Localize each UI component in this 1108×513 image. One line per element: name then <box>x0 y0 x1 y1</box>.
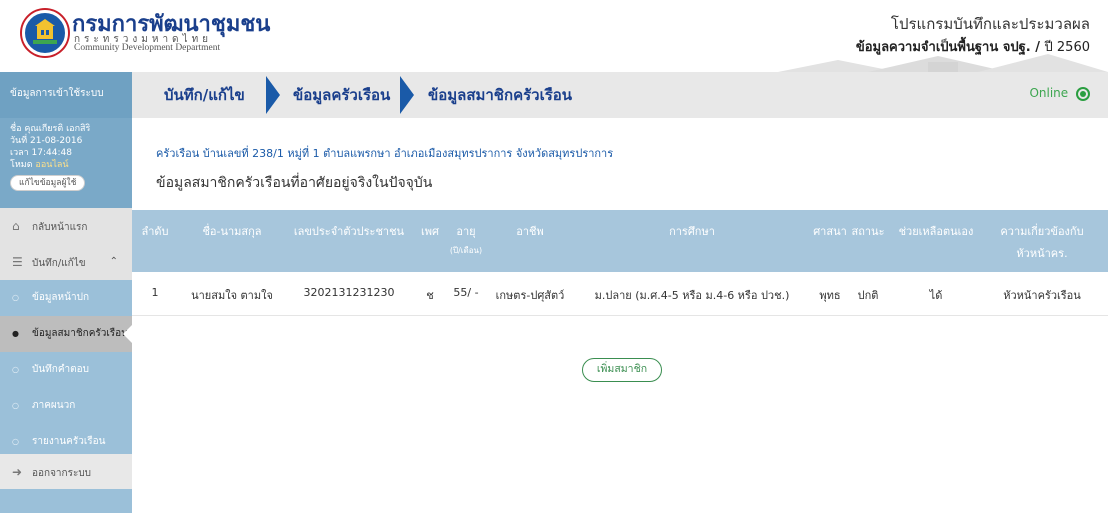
column-header-relation: ความเกี่ยวข้องกับ <box>1000 225 1084 238</box>
sidebar-item-home[interactable]: ⌂ กลับหน้าแรก <box>0 208 132 244</box>
logout-icon: ➜ <box>12 465 23 479</box>
program-title: โปรแกรมบันทึกและประมวลผล <box>890 15 1090 33</box>
column-header-education: การศึกษา <box>669 225 715 238</box>
column-header-sex: เพศ <box>421 225 439 238</box>
add-member-button[interactable]: เพิ่มสมาชิก <box>582 358 662 382</box>
cell-relation: หัวหน้าครัวเรือน <box>1003 289 1081 302</box>
mode-line: โหมด ออนไลน์ <box>10 159 122 171</box>
roof-decoration <box>778 54 1108 72</box>
cell-status: ปกติ <box>857 289 879 302</box>
breadcrumb-separator-icon <box>400 76 414 114</box>
department-logo <box>22 10 68 56</box>
sidebar-item-label: ข้อมูลสมาชิกครัวเรือน <box>32 328 129 339</box>
user-info-box: ชื่อ คุณเกียรติ เอกสิริ วันที่ 21-08-201… <box>0 118 132 208</box>
org-name-english: Community Development Department <box>74 43 221 53</box>
online-radio-icon <box>1076 86 1090 101</box>
sidebar-item-label: บันทึกคำตอบ <box>32 364 89 375</box>
cell-self-help: ได้ <box>929 289 943 302</box>
column-header-name: ชื่อ-นามสกุล <box>202 225 262 238</box>
circle-bullet-icon: ○ <box>12 401 19 410</box>
breadcrumb-household[interactable]: ข้อมูลครัวเรือน <box>293 72 390 118</box>
login-date: วันที่ 21-08-2016 <box>10 136 83 146</box>
household-address: ครัวเรือน บ้านเลขที่ 238/1 หมู่ที่ 1 ตำบ… <box>156 147 614 160</box>
chevron-up-icon: ⌃ <box>109 256 118 267</box>
sidebar-item-record-edit[interactable]: ☰ บันทึก/แก้ไข ⌃ <box>0 244 132 280</box>
cell-education: ม.ปลาย (ม.ศ.4-5 หรือ ม.4-6 หรือ ปวช.) <box>594 289 790 302</box>
sidebar-item-household-members[interactable]: ● ข้อมูลสมาชิกครัวเรือน <box>0 316 133 352</box>
table-row[interactable]: 1 นายสมใจ ตามใจ 3202131231230 ช 55/ - เก… <box>132 272 1108 316</box>
sidebar-item-record-answers[interactable]: ○ บันทึกคำตอบ <box>0 352 132 388</box>
column-header-age: อายุ <box>456 225 476 238</box>
filled-bullet-icon: ● <box>12 329 19 338</box>
sidebar: ชื่อ คุณเกียรติ เอกสิริ วันที่ 21-08-201… <box>0 118 133 513</box>
sidebar-item-label: ออกจากระบบ <box>32 468 92 479</box>
section-title: ข้อมูลสมาชิกครัวเรือนที่อาศัยอยู่จริงในป… <box>156 175 433 191</box>
user-login-label: ข้อมูลการเข้าใช้ระบบ <box>0 72 132 118</box>
edit-list-icon: ☰ <box>12 255 23 269</box>
cell-id: 3202131231230 <box>303 286 395 299</box>
column-header-age-unit: (ปี/เดือน) <box>449 246 483 255</box>
column-header-self-help: ช่วยเหลือตนเอง <box>898 225 974 238</box>
home-icon: ⌂ <box>12 219 20 233</box>
cell-religion: พุทธ <box>819 289 841 302</box>
column-header-relation-2: หัวหน้าคร. <box>1016 247 1068 260</box>
sidebar-item-cover-info[interactable]: ○ ข้อมูลหน้าปก <box>0 280 132 316</box>
column-header-occupation: อาชีพ <box>516 225 544 238</box>
breadcrumb-separator-icon <box>266 76 280 114</box>
top-bar: ข้อมูลการเข้าใช้ระบบ บันทึก/แก้ไข ข้อมูล… <box>0 72 1108 118</box>
login-time: เวลา 17:44:48 <box>10 148 72 158</box>
mode-value: ออนไลน์ <box>35 160 69 170</box>
user-name: ชื่อ คุณเกียรติ เอกสิริ <box>10 124 91 134</box>
app-header: กรมการพัฒนาชุมชน กระทรวงมหาดไทย Communit… <box>0 0 1108 72</box>
column-header-religion: ศาสนา <box>813 225 847 238</box>
cell-age: 55/ - <box>453 286 479 299</box>
main-content: ครัวเรือน บ้านเลขที่ 238/1 หมู่ที่ 1 ตำบ… <box>132 118 1108 513</box>
sidebar-item-label: ข้อมูลหน้าปก <box>32 292 90 303</box>
circle-bullet-icon: ○ <box>12 293 19 302</box>
sidebar-item-label: บันทึก/แก้ไข <box>32 258 86 269</box>
sidebar-item-label: ภาคผนวก <box>32 400 76 411</box>
edit-user-button[interactable]: แก้ไขข้อมูลผู้ใช้ <box>10 175 86 191</box>
table-header: ลำดับ ชื่อ-นามสกุล เลขประจำตัวประชาชน เพ… <box>132 210 1108 272</box>
column-header-id: เลขประจำตัวประชาชน <box>293 225 405 238</box>
mode-label: โหมด <box>10 160 33 170</box>
sidebar-item-logout[interactable]: ➜ ออกจากระบบ <box>0 454 132 490</box>
sidebar-item-appendix[interactable]: ○ ภาคผนวก <box>0 388 132 424</box>
online-status: Online <box>1029 86 1090 101</box>
circle-bullet-icon: ○ <box>12 365 19 374</box>
breadcrumb-record-edit[interactable]: บันทึก/แก้ไข <box>164 72 245 118</box>
cell-occupation: เกษตร-ปศุสัตว์ <box>495 289 565 302</box>
online-label: Online <box>1029 86 1069 100</box>
sidebar-item-label: กลับหน้าแรก <box>32 222 88 233</box>
cell-no: 1 <box>151 286 159 299</box>
column-header-no: ลำดับ <box>141 225 169 238</box>
cell-name: นายสมใจ ตามใจ <box>191 289 273 302</box>
column-header-status: สถานะ <box>851 225 885 238</box>
sidebar-footer <box>0 489 132 513</box>
breadcrumb-household-member: ข้อมูลสมาชิกครัวเรือน <box>428 86 573 104</box>
sidebar-item-label: รายงานครัวเรือน <box>32 436 106 447</box>
cell-sex: ช <box>426 289 434 302</box>
